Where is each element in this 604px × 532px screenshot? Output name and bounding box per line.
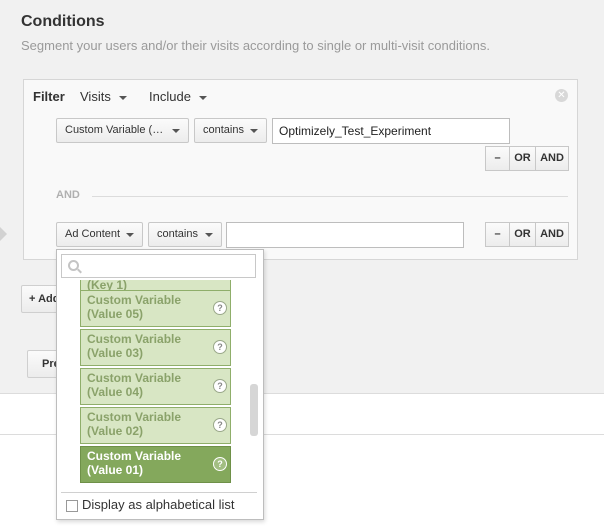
- dropdown-footer-divider: [61, 492, 257, 493]
- or-button-1[interactable]: OR: [509, 146, 536, 171]
- chevron-down-icon: [118, 95, 127, 100]
- dropdown-item-selected[interactable]: Custom Variable (Value 01) ?: [80, 446, 231, 483]
- alphabetical-checkbox[interactable]: [66, 500, 78, 512]
- help-icon[interactable]: ?: [213, 301, 227, 315]
- and-button-1[interactable]: AND: [535, 146, 569, 171]
- help-icon[interactable]: ?: [213, 379, 227, 393]
- scope-dropdown[interactable]: Visits: [80, 89, 127, 104]
- page-subtitle: Segment your users and/or their visits a…: [21, 38, 490, 53]
- include-dropdown-label: Include: [149, 89, 191, 104]
- dropdown-item-sublabel: (Value 03): [87, 346, 144, 360]
- alphabetical-checkbox-label[interactable]: Display as alphabetical list: [82, 497, 234, 512]
- remove-condition-button-1[interactable]: –: [485, 146, 510, 171]
- dropdown-item-label: Custom Variable: [87, 293, 182, 307]
- help-icon[interactable]: ?: [213, 418, 227, 432]
- dropdown-item-sublabel: (Value 05): [87, 307, 144, 321]
- dropdown-item-label: Custom Variable: [87, 410, 182, 424]
- dropdown-item-label: Custom Variable: [87, 371, 182, 385]
- help-icon[interactable]: ?: [213, 340, 227, 354]
- and-button-2[interactable]: AND: [535, 222, 569, 247]
- remove-condition-button-2[interactable]: –: [485, 222, 510, 247]
- close-filter-icon[interactable]: ✕: [555, 89, 568, 102]
- dimension-picker-dropdown: (Key 1) Custom Variable (Value 05) ? Cus…: [56, 249, 264, 520]
- operator-dropdown-2[interactable]: contains: [148, 222, 222, 247]
- operator-dropdown-1[interactable]: contains: [194, 118, 267, 143]
- scope-dropdown-label: Visits: [80, 89, 111, 104]
- search-icon: [68, 260, 79, 271]
- and-separator-rule: [92, 196, 568, 197]
- dropdown-list[interactable]: (Key 1) Custom Variable (Value 05) ? Cus…: [80, 280, 231, 483]
- dropdown-item-sublabel: (Value 01): [87, 463, 144, 477]
- value-input-1[interactable]: Optimizely_Test_Experiment: [272, 118, 510, 144]
- page-title: Conditions: [21, 13, 105, 30]
- operator-dropdown-2-label: contains: [157, 228, 198, 240]
- operator-dropdown-1-label: contains: [203, 124, 244, 136]
- chevron-down-icon: [250, 129, 258, 133]
- or-button-2[interactable]: OR: [509, 222, 536, 247]
- collapse-arrow-icon: [0, 227, 7, 241]
- dimension-dropdown-2[interactable]: Ad Content: [56, 222, 143, 247]
- dropdown-item-sublabel: (Value 04): [87, 385, 144, 399]
- dropdown-item[interactable]: Custom Variable (Value 05) ?: [80, 290, 231, 327]
- dropdown-scrollbar[interactable]: [250, 384, 258, 436]
- filter-label: Filter: [33, 89, 65, 104]
- chevron-down-icon: [126, 233, 134, 237]
- dropdown-item[interactable]: Custom Variable (Value 03) ?: [80, 329, 231, 366]
- dropdown-item-sublabel: (Value 02): [87, 424, 144, 438]
- dimension-dropdown-1[interactable]: Custom Variable (…: [56, 118, 189, 143]
- value-input-2[interactable]: [226, 222, 464, 248]
- dimension-dropdown-2-label: Ad Content: [65, 228, 121, 240]
- include-dropdown[interactable]: Include: [149, 89, 207, 104]
- dropdown-item[interactable]: Custom Variable (Value 02) ?: [80, 407, 231, 444]
- chevron-down-icon: [198, 95, 207, 100]
- help-icon[interactable]: ?: [213, 457, 227, 471]
- dropdown-item[interactable]: Custom Variable (Value 04) ?: [80, 368, 231, 405]
- chevron-down-icon: [205, 233, 213, 237]
- dropdown-item-label: Custom Variable: [87, 449, 182, 463]
- chevron-down-icon: [172, 129, 180, 133]
- dropdown-search-input[interactable]: [61, 254, 256, 278]
- dimension-dropdown-1-label: Custom Variable (…: [65, 124, 164, 136]
- and-separator-label: AND: [56, 189, 80, 201]
- dropdown-item-label: Custom Variable: [87, 332, 182, 346]
